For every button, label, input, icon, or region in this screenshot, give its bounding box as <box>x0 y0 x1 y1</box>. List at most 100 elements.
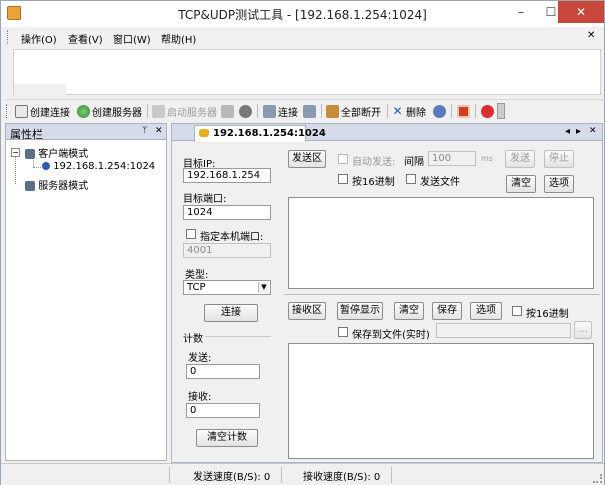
delete-button[interactable]: ✕ 删除 <box>391 103 426 119</box>
toolbar: 创建连接 创建服务器 启动服务器 连接 全部断开 ✕ 删除 <box>5 99 605 121</box>
interval-label: 间隔 <box>404 157 424 168</box>
blank-banner <box>13 49 601 96</box>
target-port-input[interactable]: 1024 <box>183 205 271 220</box>
tree-expand-icon[interactable]: − <box>11 148 20 157</box>
settings-button[interactable] <box>433 103 446 119</box>
tree-line <box>15 157 16 184</box>
local-port-input[interactable]: 4001 <box>183 243 271 258</box>
type-select-value: TCP <box>187 282 206 293</box>
toolbar-overflow-button[interactable] <box>497 103 505 119</box>
send-hex-checkbox[interactable] <box>338 174 348 184</box>
menu-operate[interactable]: 操作(O) <box>21 31 57 46</box>
tab-strip: 192.168.1.254:1024 ◂ ▸ ✕ <box>172 124 602 142</box>
tree-item-server-mode[interactable]: 服务器模式 <box>25 177 88 192</box>
disconnect-icon <box>303 104 316 118</box>
send-file-checkbox[interactable] <box>406 174 416 184</box>
auto-send-label: 自动发送: <box>352 157 396 168</box>
recv-clear-button[interactable]: 清空 <box>394 302 424 320</box>
pause-display-button[interactable]: 暂停显示 <box>337 302 383 320</box>
stop-record-button[interactable] <box>457 103 470 119</box>
toolbar-separator <box>451 104 452 118</box>
toolbar-separator <box>257 104 258 118</box>
status-bar: 发送速度(B/S): 0 接收速度(B/S): 0 <box>1 463 604 485</box>
stop-button[interactable]: 停止 <box>544 150 574 168</box>
main-window: TCP&UDP测试工具 - [192.168.1.254:1024] – ☐ ✕… <box>0 0 605 485</box>
link-icon <box>199 129 209 137</box>
send-textarea[interactable] <box>288 197 594 289</box>
send-options-button[interactable]: 选项 <box>544 175 574 193</box>
menu-help[interactable]: 帮助(H) <box>161 31 196 46</box>
type-label: 类型: <box>185 270 209 281</box>
property-panel: 属性栏 ᛘ ✕ − 客户端模式 192.168.1.254:1024 服务器模式 <box>5 123 167 461</box>
disconnect-all-icon <box>326 104 339 118</box>
delete-icon: ✕ <box>392 103 403 118</box>
local-port-checkbox[interactable] <box>186 229 196 239</box>
tree-item-client-mode[interactable]: 客户端模式 <box>25 145 88 160</box>
create-connection-button[interactable]: 创建连接 <box>15 103 70 119</box>
recv-area-label: 接收区 <box>288 302 326 320</box>
type-select[interactable]: TCP ▼ <box>183 280 271 295</box>
toolbar-separator <box>147 104 148 118</box>
recv-count-label: 接收: <box>188 392 212 403</box>
server-stop-icon <box>221 104 234 118</box>
menu-view[interactable]: 查看(V) <box>68 31 103 46</box>
toolbar-grip <box>6 104 9 118</box>
pin-icon[interactable]: ᛘ <box>142 126 147 136</box>
connect-button[interactable]: 连接 <box>204 304 258 322</box>
computer-icon <box>25 149 35 159</box>
tab-close-icon[interactable]: ✕ <box>589 126 597 136</box>
record-icon <box>457 104 470 118</box>
tab-prev-icon[interactable]: ◂ <box>565 126 570 137</box>
recv-count-field: 0 <box>186 403 260 418</box>
recv-save-button[interactable]: 保存 <box>432 302 462 320</box>
property-panel-title: 属性栏 <box>10 128 43 141</box>
clear-count-button[interactable]: 清空计数 <box>196 429 258 447</box>
tab-connection[interactable]: 192.168.1.254:1024 <box>194 125 326 142</box>
target-ip-input[interactable]: 192.168.1.254 <box>183 168 271 183</box>
recv-textarea[interactable] <box>288 343 594 459</box>
recv-options-button[interactable]: 选项 <box>470 302 502 320</box>
connect-button[interactable]: 连接 <box>263 103 298 119</box>
start-server-button[interactable]: 启动服务器 <box>152 103 217 119</box>
disconnect-all-button[interactable]: 全部断开 <box>326 103 381 119</box>
recv-hex-checkbox[interactable] <box>512 306 522 316</box>
server-cancel-button[interactable] <box>239 103 252 119</box>
status-divider <box>169 467 170 483</box>
counter-divider <box>205 336 271 337</box>
status-divider <box>391 467 392 483</box>
dropdown-arrow-icon: ▼ <box>258 282 269 293</box>
server-stop-button[interactable] <box>221 103 234 119</box>
browse-button[interactable]: ... <box>574 321 592 339</box>
exit-button[interactable] <box>481 103 494 119</box>
send-clear-button[interactable]: 清空 <box>506 175 536 193</box>
panel-close-icon[interactable]: ✕ <box>155 126 163 136</box>
send-button[interactable]: 发送 <box>505 150 535 168</box>
exit-icon <box>481 104 494 118</box>
disconnect-button[interactable] <box>303 103 316 119</box>
mdi-close-icon[interactable]: ✕ <box>587 30 595 41</box>
connection-dot-icon <box>42 162 50 170</box>
send-file-label: 发送文件 <box>420 177 460 188</box>
connect-icon <box>263 104 276 118</box>
toolbar-separator <box>321 104 322 118</box>
tab-next-icon[interactable]: ▸ <box>576 126 581 137</box>
local-port-label: 指定本机端口: <box>200 232 264 243</box>
target-port-label: 目标端口: <box>183 194 227 205</box>
minimize-button[interactable]: – <box>506 1 536 23</box>
auto-send-checkbox[interactable] <box>338 154 348 164</box>
recv-speed-text: 接收速度(B/S): 0 <box>303 472 381 483</box>
server-icon <box>152 104 165 118</box>
tree-item-connection[interactable]: 192.168.1.254:1024 <box>42 161 155 172</box>
close-button[interactable]: ✕ <box>558 1 604 23</box>
send-count-field: 0 <box>186 364 260 379</box>
status-divider <box>281 467 282 483</box>
create-server-button[interactable]: 创建服务器 <box>77 103 142 119</box>
save-file-path-input[interactable] <box>436 323 571 338</box>
interval-input[interactable]: 100 <box>428 151 476 166</box>
server-mode-icon <box>25 181 35 191</box>
counter-title: 计数 <box>183 334 203 345</box>
save-to-file-checkbox[interactable] <box>338 327 348 337</box>
toolbar-separator <box>475 104 476 118</box>
new-connection-icon <box>15 104 28 118</box>
menu-window[interactable]: 窗口(W) <box>113 31 151 46</box>
